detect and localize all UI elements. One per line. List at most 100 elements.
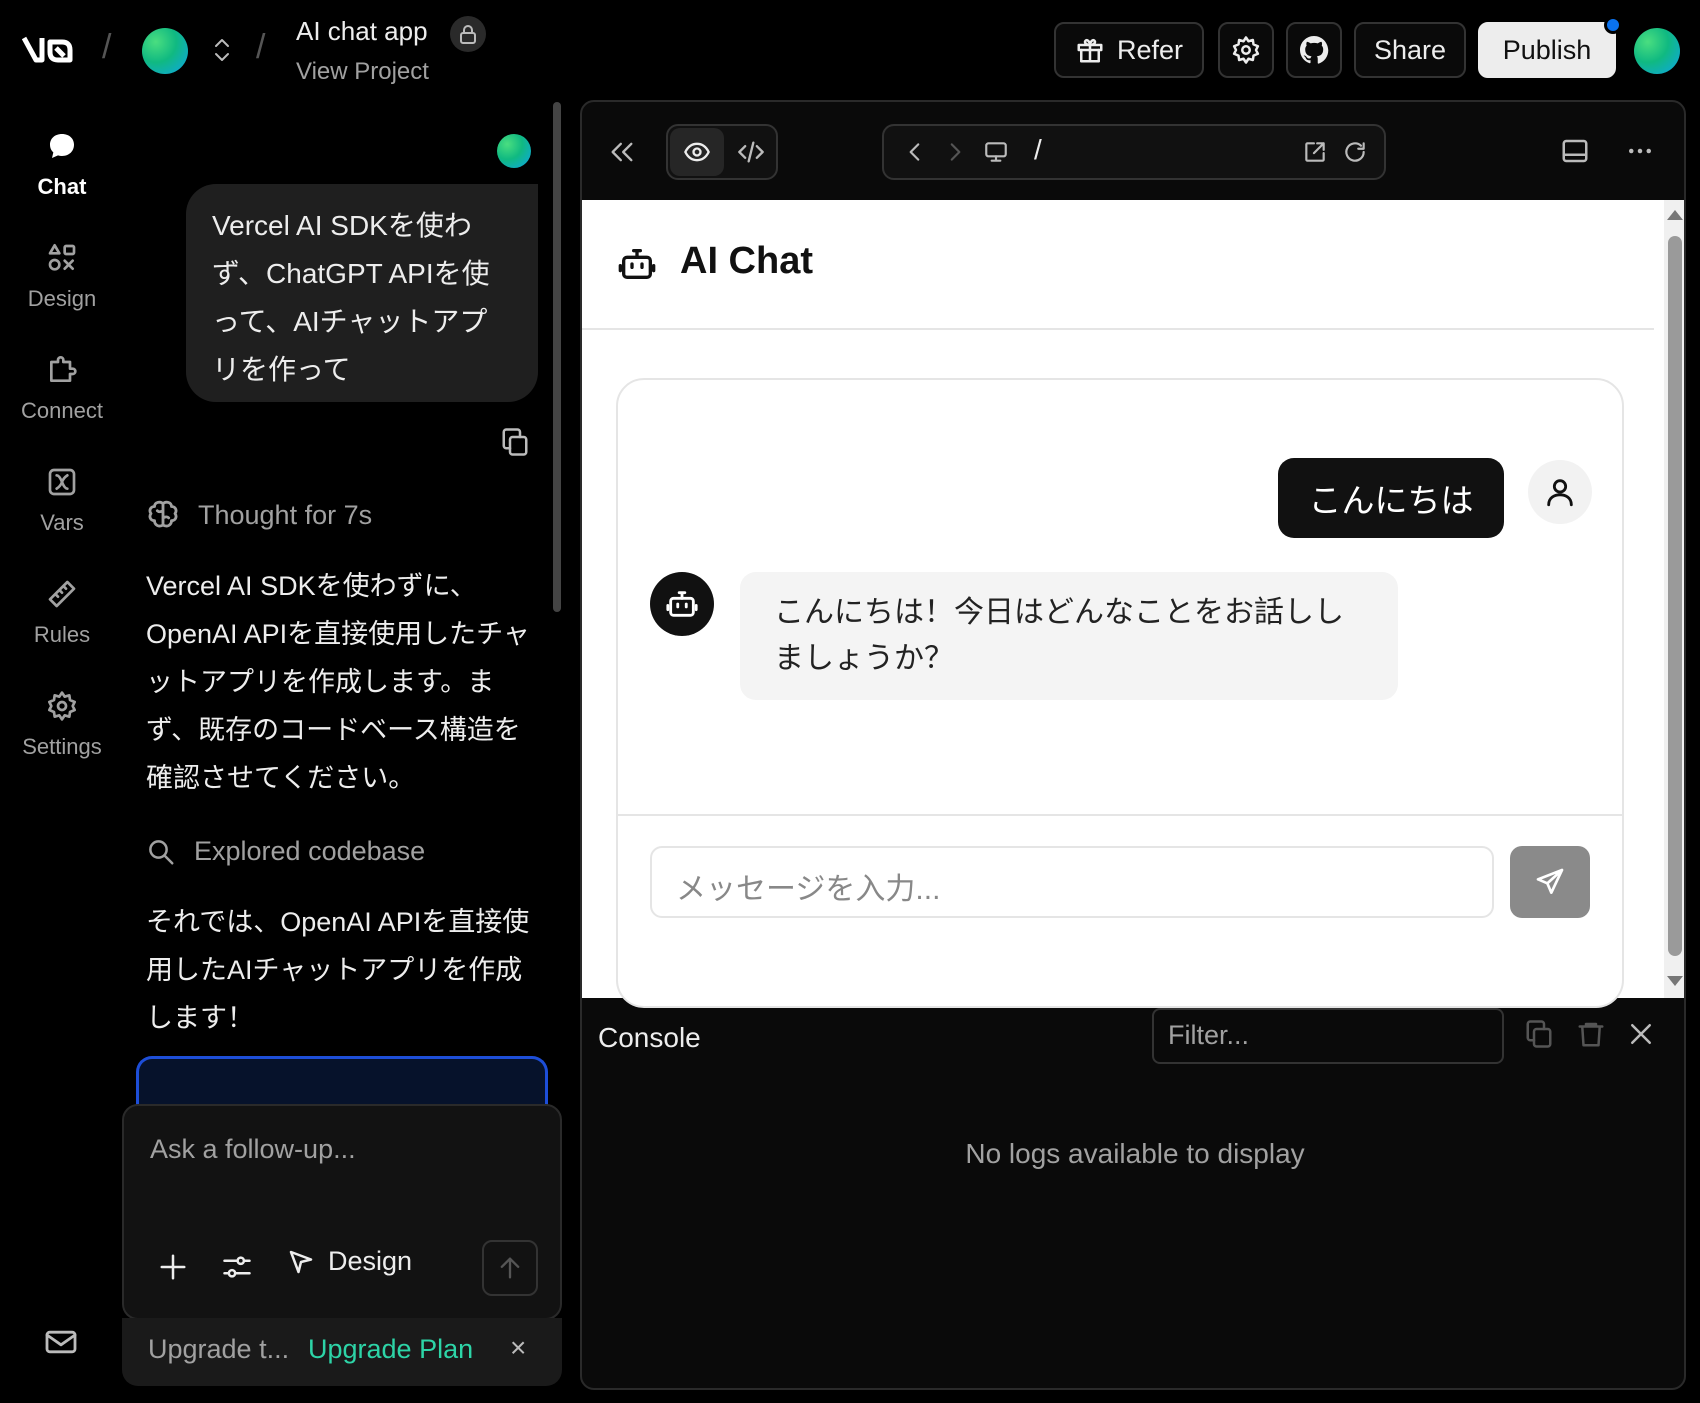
forward-button[interactable] — [942, 139, 968, 165]
prompt-box: Ask a follow-up... Design — [122, 1104, 562, 1320]
toggle-console-button[interactable] — [1558, 136, 1592, 166]
bot-bubble: こんにちは！今日はどんなことをお話ししましょうか？ — [740, 572, 1398, 700]
explored-indicator[interactable]: Explored codebase — [146, 836, 425, 867]
nav-item-connect[interactable]: Connect — [0, 354, 124, 424]
options-button[interactable] — [220, 1252, 254, 1282]
nav-label: Rules — [33, 622, 91, 647]
chevron-right-icon — [950, 143, 961, 161]
scroll-up-icon[interactable] — [1667, 210, 1683, 220]
ruler-icon — [48, 580, 76, 608]
nav-label: Design — [27, 286, 97, 311]
nav-label: Chat — [37, 174, 87, 199]
share-button[interactable]: Share — [1354, 22, 1466, 78]
gear-icon — [1232, 36, 1260, 64]
close-console-button[interactable] — [1626, 1018, 1656, 1050]
nav-label: Settings — [22, 734, 102, 759]
thought-label: Thought for 7s — [198, 499, 373, 530]
panel-bottom-icon — [1562, 139, 1588, 163]
notification-dot — [1604, 16, 1622, 34]
refer-label: Refer — [1116, 34, 1184, 65]
viewport-scrollbar[interactable] — [1664, 200, 1684, 998]
user-icon — [1528, 460, 1592, 524]
settings-button[interactable] — [1218, 22, 1274, 78]
design-label: Design — [328, 1246, 413, 1276]
chevron-left-icon — [909, 143, 920, 161]
console-filter-input[interactable]: Filter... — [1152, 1008, 1504, 1064]
url-path[interactable]: / — [1034, 134, 1042, 166]
send-icon — [1536, 868, 1564, 894]
refer-button[interactable]: Refer — [1054, 22, 1204, 78]
back-button[interactable] — [902, 139, 928, 165]
more-horizontal-icon — [1629, 148, 1651, 154]
code-icon — [738, 141, 764, 163]
feedback-mail-button[interactable] — [44, 1328, 78, 1356]
upgrade-plan-link[interactable]: Upgrade Plan — [308, 1334, 473, 1365]
chat-scrollbar[interactable] — [553, 102, 561, 612]
view-project-link[interactable]: View Project — [296, 58, 429, 86]
scroll-thumb[interactable] — [1668, 236, 1682, 956]
nav-item-vars[interactable]: Vars — [0, 466, 124, 536]
plus-icon — [160, 1254, 186, 1280]
scroll-down-icon[interactable] — [1667, 976, 1683, 986]
nav-item-rules[interactable]: Rules — [0, 578, 124, 648]
gear-icon — [48, 691, 76, 721]
v0-logo[interactable] — [22, 34, 80, 64]
chat-bubble-icon — [50, 134, 74, 158]
message-send-button[interactable] — [1510, 846, 1590, 918]
external-link-icon — [1305, 142, 1325, 162]
mail-icon — [45, 1330, 77, 1354]
user-bubble: こんにちは — [1278, 458, 1504, 538]
preview-toggle-button[interactable] — [670, 128, 724, 176]
upgrade-banner: Upgrade t... Upgrade Plan × — [122, 1318, 562, 1386]
project-title[interactable]: AI chat app — [296, 16, 428, 47]
shapes-icon — [48, 244, 76, 271]
console-title: Console — [598, 1022, 701, 1053]
explored-label: Explored codebase — [194, 836, 426, 866]
more-options-button[interactable] — [1624, 136, 1656, 166]
nav-item-settings[interactable]: Settings — [0, 690, 124, 760]
bot-avatar-icon — [650, 572, 714, 636]
thought-indicator[interactable]: Thought for 7s — [146, 498, 372, 532]
user-message: Vercel AI SDKを使わず、ChatGPT APIを使って、AIチャット… — [186, 184, 538, 402]
clear-logs-button[interactable] — [1576, 1018, 1606, 1050]
header-divider — [582, 328, 1654, 330]
team-avatar[interactable] — [142, 28, 188, 74]
add-attachment-button[interactable] — [158, 1252, 188, 1282]
chevron-updown-icon[interactable] — [212, 36, 232, 64]
input-divider — [618, 814, 1622, 816]
design-mode-button[interactable]: Design — [286, 1246, 412, 1277]
close-icon — [1631, 1024, 1651, 1044]
send-button[interactable] — [482, 1240, 538, 1296]
nav-label: Connect — [21, 398, 103, 423]
nav-item-chat[interactable]: Chat — [0, 130, 124, 200]
copy-message-button[interactable] — [500, 426, 530, 458]
device-button[interactable] — [982, 139, 1010, 165]
trash-icon — [1578, 1022, 1604, 1047]
bot-icon — [616, 244, 658, 284]
lock-icon[interactable] — [450, 16, 486, 52]
cursor-pointer-icon — [289, 1250, 313, 1273]
github-button[interactable] — [1286, 22, 1342, 78]
share-label: Share — [1373, 34, 1447, 65]
refresh-icon — [1345, 142, 1365, 162]
close-icon[interactable]: × — [510, 1332, 526, 1364]
breadcrumb-separator: / — [102, 28, 112, 66]
code-toggle-button[interactable] — [726, 128, 776, 176]
chevrons-left-icon — [611, 142, 633, 162]
url-bar: / — [882, 124, 1386, 180]
copy-logs-button[interactable] — [1524, 1018, 1554, 1050]
puzzle-icon — [50, 356, 77, 382]
preview-viewport: AI Chat こんにちは こんにちは！今日はどんなことをお話ししましょうか？ … — [582, 200, 1684, 1008]
chat-card: こんにちは こんにちは！今日はどんなことをお話ししましょうか？ メッセージを入力… — [616, 378, 1624, 1008]
github-icon — [1300, 36, 1329, 64]
open-external-button[interactable] — [1302, 139, 1328, 165]
user-avatar[interactable] — [1634, 28, 1680, 74]
message-input[interactable]: メッセージを入力... — [650, 846, 1494, 918]
user-avatar-small — [497, 134, 531, 168]
publish-button[interactable]: Publish — [1478, 22, 1616, 78]
brain-icon — [148, 500, 178, 528]
collapse-panel-button[interactable] — [608, 138, 636, 166]
nav-item-design[interactable]: Design — [0, 242, 124, 312]
prompt-input[interactable]: Ask a follow-up... — [150, 1134, 356, 1165]
refresh-button[interactable] — [1342, 139, 1368, 165]
